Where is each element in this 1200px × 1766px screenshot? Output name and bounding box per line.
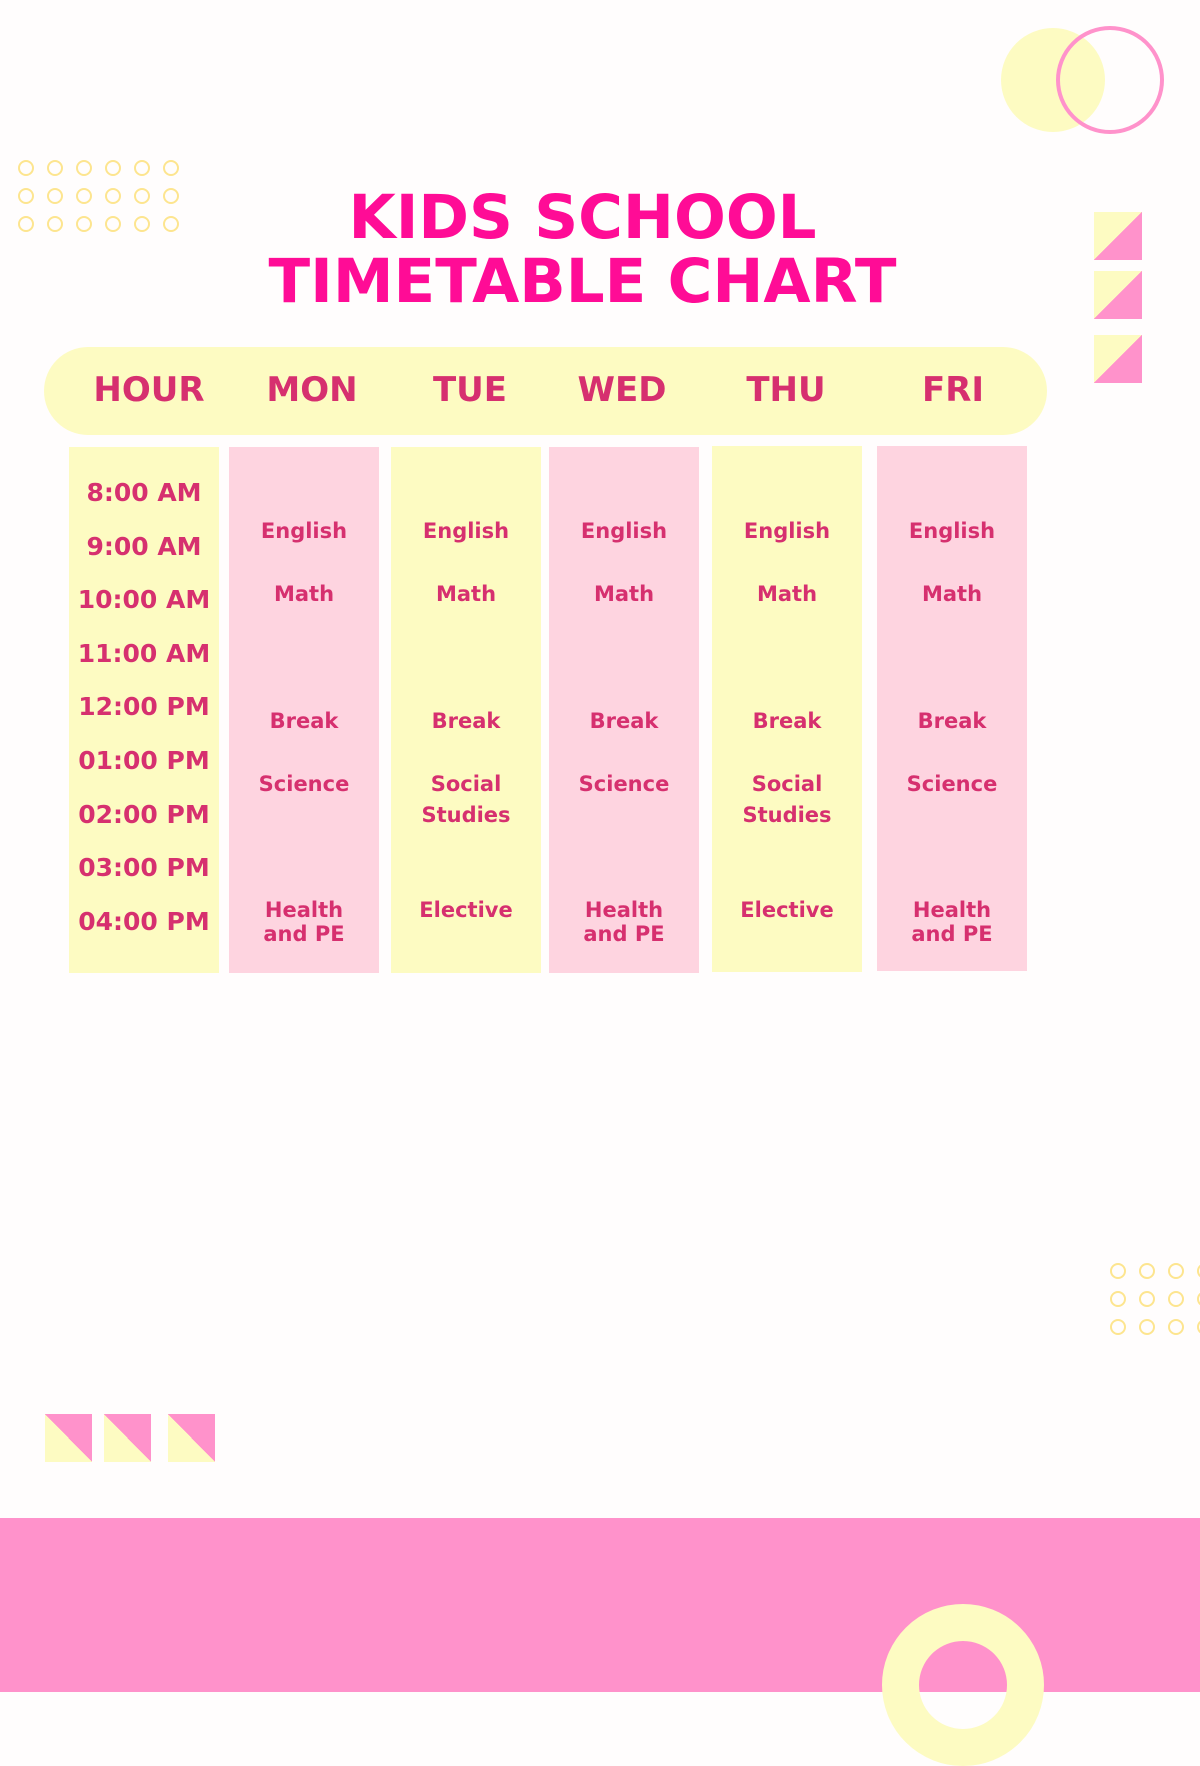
subject-cell: Social: [751, 772, 823, 796]
hour-label: 02:00 PM: [78, 800, 210, 829]
day-column-wed: English Math Break Science Health and PE: [549, 447, 699, 973]
day-column-thu: English Math Break Social Studies Electi…: [712, 446, 862, 972]
header-wed: WED: [577, 370, 667, 410]
header-tue: TUE: [432, 370, 508, 410]
pink-ring-decoration: [1056, 26, 1164, 134]
subject-cell: Science: [578, 772, 670, 796]
triangle-square-decoration: [168, 1414, 215, 1462]
header-fri: FRI: [921, 370, 985, 410]
hour-label: 03:00 PM: [78, 853, 210, 882]
subject-cell: English: [260, 519, 348, 543]
triangle-square-decoration: [1094, 335, 1142, 383]
header-mon: MON: [266, 370, 358, 410]
subject-cell: Math: [921, 582, 983, 606]
subject-cell: English: [580, 519, 668, 543]
hour-label: 8:00 AM: [86, 478, 202, 507]
hour-label: 9:00 AM: [86, 532, 202, 561]
subject-cell: and PE: [263, 922, 345, 946]
triangle-square-decoration: [45, 1414, 92, 1462]
hour-label: 04:00 PM: [78, 907, 210, 936]
hour-label: 11:00 AM: [77, 639, 211, 668]
day-column-tue: English Math Break Social Studies Electi…: [391, 447, 541, 973]
day-column-fri: English Math Break Science Health and PE: [877, 446, 1027, 971]
subject-cell: and PE: [583, 922, 665, 946]
title-line-1: KIDS SCHOOL: [348, 182, 817, 253]
subject-cell: Science: [906, 772, 998, 796]
subject-cell: Math: [435, 582, 497, 606]
hour-column: 8:00 AM 9:00 AM 10:00 AM 11:00 AM 12:00 …: [69, 447, 219, 973]
title-line-2: TIMETABLE CHART: [268, 246, 897, 317]
dot-grid-bottom-right: [1110, 1263, 1200, 1335]
header-hour: HOUR: [93, 370, 205, 410]
subject-cell: Studies: [742, 803, 832, 827]
header-thu: THU: [746, 370, 826, 410]
hour-label: 10:00 AM: [77, 585, 211, 614]
subject-cell: Studies: [421, 803, 511, 827]
subject-cell: Math: [273, 582, 335, 606]
subject-cell: Break: [589, 709, 659, 733]
subject-cell: Math: [756, 582, 818, 606]
subject-cell: Health: [264, 898, 344, 922]
hour-label: 12:00 PM: [78, 692, 210, 721]
subject-cell: Elective: [419, 898, 513, 922]
subject-cell: Break: [917, 709, 987, 733]
subject-cell: Health: [912, 898, 992, 922]
subject-cell: Break: [431, 709, 501, 733]
subject-cell: English: [908, 519, 996, 543]
subject-cell: Science: [258, 772, 350, 796]
subject-cell: Break: [752, 709, 822, 733]
page-title: KIDS SCHOOL TIMETABLE CHART: [0, 186, 1165, 314]
day-column-mon: English Math Break Science Health and PE: [229, 447, 379, 973]
subject-cell: Math: [593, 582, 655, 606]
subject-cell: Break: [269, 709, 339, 733]
hour-label: 01:00 PM: [78, 746, 210, 775]
subject-cell: English: [743, 519, 831, 543]
subject-cell: and PE: [911, 922, 993, 946]
subject-cell: English: [422, 519, 510, 543]
subject-cell: Social: [430, 772, 502, 796]
triangle-square-decoration: [104, 1414, 151, 1462]
yellow-ring-decoration: [882, 1604, 1044, 1766]
subject-cell: Elective: [740, 898, 834, 922]
subject-cell: Health: [584, 898, 664, 922]
